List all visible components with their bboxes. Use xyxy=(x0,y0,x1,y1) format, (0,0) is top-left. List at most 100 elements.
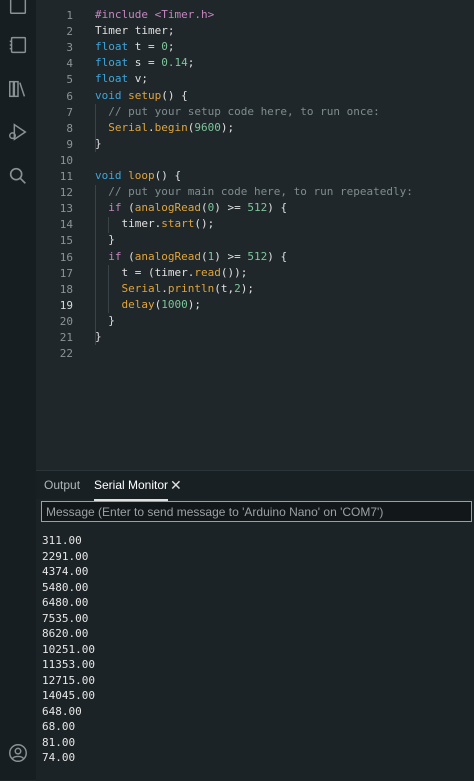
code-line[interactable]: // put your main code here, to run repea… xyxy=(95,184,413,200)
tab-output[interactable]: Output xyxy=(44,471,80,499)
code-line[interactable]: float v; xyxy=(95,71,148,87)
line-number: 20 xyxy=(59,314,73,328)
output-line: 68.00 xyxy=(42,720,76,733)
code-line[interactable]: void setup() { xyxy=(95,88,188,104)
output-line: 6480.00 xyxy=(42,596,89,609)
line-number: 6 xyxy=(66,89,73,103)
code-token: ) >= xyxy=(214,201,248,215)
code-token: delay xyxy=(121,297,155,311)
line-number: 14 xyxy=(59,218,73,232)
code-token: if xyxy=(108,201,122,215)
code-line[interactable]: #include <Timer.h> xyxy=(95,7,214,23)
code-token: ) { xyxy=(267,201,288,215)
boards-manager-icon[interactable] xyxy=(5,32,31,58)
code-token: s = xyxy=(128,56,162,70)
code-token: v; xyxy=(128,72,148,86)
code-token: if xyxy=(108,249,122,263)
code-token: float xyxy=(95,40,129,54)
library-manager-icon[interactable] xyxy=(5,76,31,102)
output-line: 648.00 xyxy=(42,704,82,718)
output-line: 8620.00 xyxy=(42,627,89,640)
line-number: 12 xyxy=(59,186,73,200)
code-line[interactable]: if (analogRead(1) >= 512) { xyxy=(95,249,287,265)
code-token: . xyxy=(148,120,155,134)
tab-serial-monitor[interactable]: Serial Monitor xyxy=(94,471,169,501)
line-number: 8 xyxy=(66,121,73,135)
code-token: float xyxy=(95,56,129,70)
output-line: 7535.00 xyxy=(42,611,89,625)
code-token: 1000 xyxy=(161,297,188,311)
line-number: 13 xyxy=(59,202,73,216)
code-line[interactable]: Timer timer; xyxy=(95,23,174,39)
output-line: 14045.00 xyxy=(42,689,95,702)
close-icon[interactable]: ✕ xyxy=(170,471,182,499)
code-token: ( xyxy=(121,249,135,263)
output-line: 81.00 xyxy=(42,735,76,749)
code-line[interactable]: delay(1000); xyxy=(95,297,202,313)
code-line[interactable]: } xyxy=(95,313,115,329)
code-token: ; xyxy=(167,40,175,54)
code-token: () { xyxy=(161,88,188,102)
code-token: analogRead xyxy=(134,201,201,215)
code-token: ( xyxy=(200,249,208,263)
line-number: 21 xyxy=(59,331,73,344)
code-token: } xyxy=(95,313,115,327)
code-token: ) { xyxy=(267,249,288,263)
code-line[interactable]: Serial.println(t,2); xyxy=(95,281,254,297)
code-token: 512 xyxy=(247,249,268,263)
code-token: ); xyxy=(187,297,201,311)
sketchbook-icon[interactable] xyxy=(5,0,31,18)
code-line[interactable]: float s = 0.14; xyxy=(95,55,194,71)
line-number: 9 xyxy=(66,137,73,151)
code-token: void xyxy=(95,169,122,182)
indent-guide xyxy=(108,217,109,233)
code-token: ( xyxy=(200,201,208,215)
bottom-panel: Output Serial Monitor ✕ 311.00 2291.00 437… xyxy=(36,470,474,781)
output-line: 12715.00 xyxy=(42,673,95,687)
code-line[interactable]: Serial.begin(9600); xyxy=(95,120,234,136)
code-line[interactable]: t = (timer.read()); xyxy=(95,265,247,281)
code-token: Timer timer; xyxy=(95,24,175,38)
line-number: 4 xyxy=(66,57,73,71)
code-token: 512 xyxy=(247,201,268,215)
code-token: println xyxy=(167,281,215,295)
code-line[interactable]: float t = 0; xyxy=(95,39,175,55)
code-token: (t, xyxy=(214,281,235,295)
output-line: 10251.00 xyxy=(42,642,95,656)
code-line[interactable]: timer.start(); xyxy=(95,216,214,232)
output-line: 74.00 xyxy=(42,751,76,764)
code-token: timer. xyxy=(95,217,162,231)
indent-guide xyxy=(95,185,96,345)
line-number: 22 xyxy=(59,347,73,361)
output-line: 4374.00 xyxy=(42,565,89,578)
code-token: 0.14 xyxy=(161,56,188,70)
line-number: 18 xyxy=(59,282,73,296)
code-token: ( xyxy=(121,201,135,215)
code-token: 9600 xyxy=(194,120,221,134)
panel-tabs: Output Serial Monitor ✕ xyxy=(36,471,474,501)
account-icon[interactable] xyxy=(5,740,31,766)
code-line[interactable]: // put your setup code here, to run once… xyxy=(95,104,380,120)
code-editor[interactable]: 1 2 3 4 5 6 7 8 9 10 11 12 13 14 15 16 17 18 19 20 21 22 #inc… xyxy=(36,0,474,470)
line-number: 11 xyxy=(59,170,73,183)
debug-icon[interactable] xyxy=(5,119,31,145)
code-token: (); xyxy=(194,217,215,231)
code-token: setup xyxy=(128,88,162,102)
search-icon[interactable] xyxy=(5,163,31,189)
activity-bar xyxy=(0,0,36,780)
code-line[interactable]: } xyxy=(95,232,115,248)
code-token: analogRead xyxy=(134,249,201,263)
code-token: begin xyxy=(154,120,188,134)
code-token: } xyxy=(95,233,115,247)
code-token: read xyxy=(194,265,221,279)
line-number: 17 xyxy=(59,266,73,280)
code-token: 0 xyxy=(161,40,168,54)
serial-message-input[interactable] xyxy=(41,501,472,522)
output-line: 5480.00 xyxy=(42,580,89,594)
indent-guide xyxy=(108,265,109,313)
line-number: 10 xyxy=(59,153,73,167)
code-line[interactable]: if (analogRead(0) >= 512) { xyxy=(95,200,287,216)
code-token: 2 xyxy=(234,281,241,295)
code-line[interactable]: void loop() { xyxy=(95,168,181,184)
